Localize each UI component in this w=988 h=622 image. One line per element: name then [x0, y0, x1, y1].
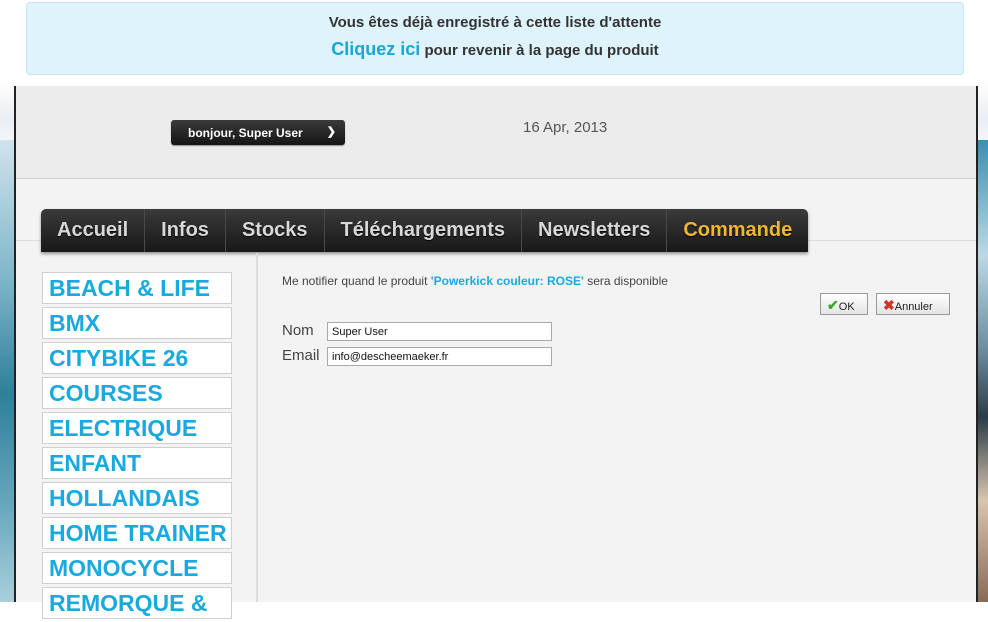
category-item[interactable]: BMX: [42, 307, 232, 339]
notice-message: Vous êtes déjà enregistré à cette liste …: [328, 14, 662, 31]
email-label: Email: [282, 347, 320, 364]
main-frame: bonjour, Super User ❯ 16 Apr, 2013 Accue…: [14, 86, 978, 619]
tab-telechargements[interactable]: Téléchargements: [325, 209, 523, 252]
name-field[interactable]: [327, 322, 552, 341]
header-bar: bonjour, Super User ❯ 16 Apr, 2013: [16, 86, 976, 179]
name-label: Nom: [282, 322, 314, 339]
notify-prefix: Me notifier quand le produit: [282, 274, 431, 288]
category-item[interactable]: ELECTRIQUE: [42, 412, 232, 444]
category-item[interactable]: HOLLANDAIS: [42, 482, 232, 514]
category-item[interactable]: COURSES: [42, 377, 232, 409]
ok-button[interactable]: ✔OK: [820, 293, 868, 315]
notice-return-line: Cliquez ici pour revenir à la page du pr…: [27, 39, 963, 60]
category-item[interactable]: MONOCYCLE: [42, 552, 232, 584]
category-item[interactable]: BEACH & LIFE: [42, 272, 232, 304]
notify-suffix: sera disponible: [583, 274, 668, 288]
user-menu-button[interactable]: bonjour, Super User ❯: [171, 120, 345, 145]
category-item[interactable]: CITYBIKE 26: [42, 342, 232, 374]
main-nav: Accueil Infos Stocks Téléchargements New…: [41, 209, 809, 252]
product-name: 'Powerkick couleur: ROSE': [430, 274, 584, 288]
category-item[interactable]: ENFANT: [42, 447, 232, 479]
category-item[interactable]: HOME TRAINER: [42, 517, 232, 549]
tab-newsletters[interactable]: Newsletters: [522, 209, 668, 252]
info-notice: Vous êtes déjà enregistré à cette liste …: [26, 2, 964, 75]
tab-stocks[interactable]: Stocks: [226, 209, 325, 252]
notify-panel: Me notifier quand le produit 'Powerkick …: [282, 272, 962, 366]
notify-message: Me notifier quand le produit 'Powerkick …: [282, 274, 962, 288]
cancel-label: Annuler: [894, 301, 933, 313]
column-divider: [256, 253, 258, 602]
current-date: 16 Apr, 2013: [523, 119, 608, 136]
tab-infos[interactable]: Infos: [145, 209, 226, 252]
category-sidebar: BEACH & LIFE BMX CITYBIKE 26 COURSES ELE…: [42, 272, 232, 622]
ok-label: OK: [838, 301, 855, 313]
tab-accueil[interactable]: Accueil: [41, 209, 146, 252]
tab-commande[interactable]: Commande: [667, 209, 808, 252]
user-greeting: bonjour, Super User: [188, 126, 303, 140]
cross-icon: ✖: [883, 297, 895, 313]
category-item[interactable]: REMORQUE &: [42, 587, 232, 619]
product-page-link[interactable]: Cliquez ici: [331, 39, 420, 59]
checkmark-icon: ✔: [827, 297, 839, 313]
email-field[interactable]: [327, 347, 552, 366]
notice-return-text: pour revenir à la page du produit: [420, 42, 659, 59]
chevron-down-icon: ❯: [326, 126, 336, 138]
cancel-button[interactable]: ✖Annuler: [876, 293, 950, 315]
